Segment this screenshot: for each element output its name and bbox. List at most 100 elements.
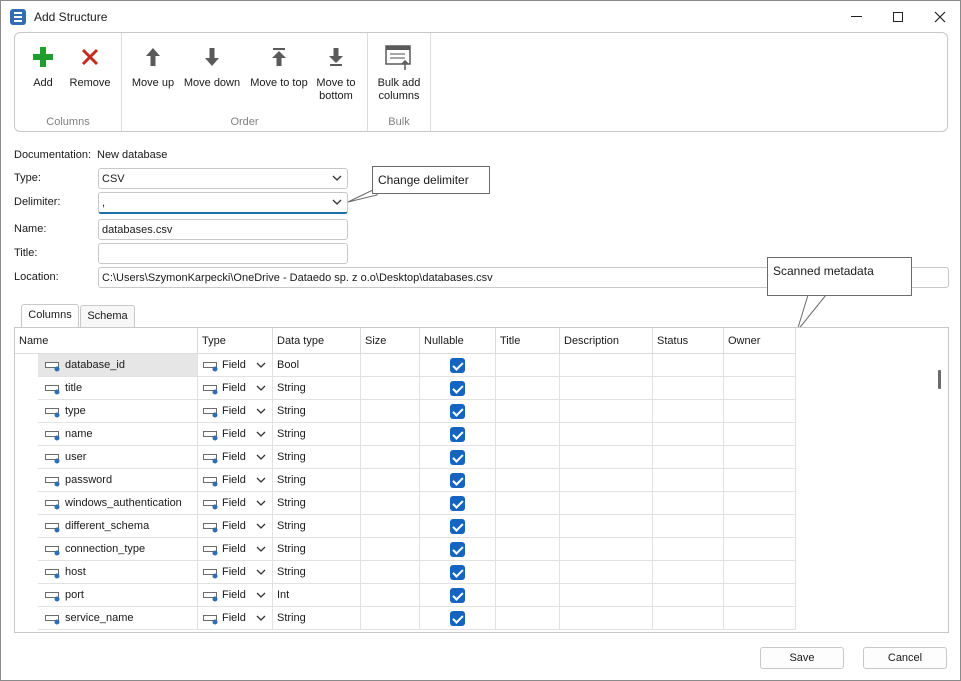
cell-description[interactable] <box>560 377 653 400</box>
cell-type-dropdown[interactable]: Field <box>198 515 273 538</box>
cell-status[interactable] <box>653 423 724 446</box>
cell-title[interactable] <box>496 377 560 400</box>
cell-description[interactable] <box>560 400 653 423</box>
cell-status[interactable] <box>653 584 724 607</box>
nullable-checkbox[interactable] <box>450 496 465 511</box>
cell-type-dropdown[interactable]: Field <box>198 446 273 469</box>
cell-size[interactable] <box>361 400 420 423</box>
cell-status[interactable] <box>653 469 724 492</box>
cell-size[interactable] <box>361 377 420 400</box>
cell-size[interactable] <box>361 607 420 630</box>
cell-nullable[interactable] <box>420 492 496 515</box>
cell-type-dropdown[interactable]: Field <box>198 561 273 584</box>
cell-data-type[interactable]: String <box>273 538 361 561</box>
cell-name[interactable]: port <box>38 584 198 607</box>
table-row[interactable]: port Field Int <box>15 584 796 607</box>
cell-owner[interactable] <box>724 423 796 446</box>
cell-data-type[interactable]: String <box>273 561 361 584</box>
cell-data-type[interactable]: Int <box>273 584 361 607</box>
cell-status[interactable] <box>653 607 724 630</box>
cell-name[interactable]: host <box>38 561 198 584</box>
cell-owner[interactable] <box>724 492 796 515</box>
cell-title[interactable] <box>496 354 560 377</box>
nullable-checkbox[interactable] <box>450 565 465 580</box>
table-row[interactable]: password Field String <box>15 469 796 492</box>
cell-status[interactable] <box>653 561 724 584</box>
column-header-name[interactable]: Name <box>15 328 198 354</box>
cell-size[interactable] <box>361 584 420 607</box>
nullable-checkbox[interactable] <box>450 358 465 373</box>
cell-type-dropdown[interactable]: Field <box>198 584 273 607</box>
table-row[interactable]: windows_authentication Field String <box>15 492 796 515</box>
cell-owner[interactable] <box>724 469 796 492</box>
nullable-checkbox[interactable] <box>450 381 465 396</box>
cell-title[interactable] <box>496 423 560 446</box>
cell-description[interactable] <box>560 469 653 492</box>
cell-size[interactable] <box>361 561 420 584</box>
cell-description[interactable] <box>560 607 653 630</box>
cell-data-type[interactable]: String <box>273 423 361 446</box>
cell-title[interactable] <box>496 515 560 538</box>
cell-name[interactable]: title <box>38 377 198 400</box>
cell-status[interactable] <box>653 492 724 515</box>
cell-name[interactable]: connection_type <box>38 538 198 561</box>
tab-columns[interactable]: Columns <box>21 304 79 327</box>
cell-title[interactable] <box>496 561 560 584</box>
column-header-title[interactable]: Title <box>496 328 560 354</box>
add-button[interactable]: Add <box>27 37 59 90</box>
nullable-checkbox[interactable] <box>450 427 465 442</box>
cell-description[interactable] <box>560 354 653 377</box>
cell-name[interactable]: name <box>38 423 198 446</box>
save-button[interactable]: Save <box>760 647 844 669</box>
cell-data-type[interactable]: String <box>273 607 361 630</box>
cell-owner[interactable] <box>724 446 796 469</box>
cell-data-type[interactable]: Bool <box>273 354 361 377</box>
cell-type-dropdown[interactable]: Field <box>198 423 273 446</box>
table-row[interactable]: title Field String <box>15 377 796 400</box>
cell-title[interactable] <box>496 607 560 630</box>
cell-description[interactable] <box>560 492 653 515</box>
cell-type-dropdown[interactable]: Field <box>198 469 273 492</box>
nullable-checkbox[interactable] <box>450 542 465 557</box>
name-field[interactable]: databases.csv <box>98 219 348 240</box>
cell-size[interactable] <box>361 515 420 538</box>
cell-nullable[interactable] <box>420 515 496 538</box>
cell-owner[interactable] <box>724 377 796 400</box>
cell-type-dropdown[interactable]: Field <box>198 607 273 630</box>
close-button[interactable] <box>920 1 960 32</box>
table-row[interactable]: host Field String <box>15 561 796 584</box>
cell-size[interactable] <box>361 538 420 561</box>
cell-nullable[interactable] <box>420 469 496 492</box>
title-field[interactable] <box>98 243 348 264</box>
cell-size[interactable] <box>361 354 420 377</box>
cell-title[interactable] <box>496 446 560 469</box>
cell-status[interactable] <box>653 354 724 377</box>
bulk-add-columns-button[interactable]: Bulk add columns <box>376 37 422 103</box>
cell-description[interactable] <box>560 515 653 538</box>
cell-owner[interactable] <box>724 400 796 423</box>
nullable-checkbox[interactable] <box>450 450 465 465</box>
cell-owner[interactable] <box>724 538 796 561</box>
cell-nullable[interactable] <box>420 446 496 469</box>
cell-status[interactable] <box>653 377 724 400</box>
cell-description[interactable] <box>560 584 653 607</box>
cell-title[interactable] <box>496 400 560 423</box>
cell-data-type[interactable]: String <box>273 446 361 469</box>
cell-title[interactable] <box>496 492 560 515</box>
cell-nullable[interactable] <box>420 354 496 377</box>
cell-owner[interactable] <box>724 515 796 538</box>
cell-owner[interactable] <box>724 607 796 630</box>
cell-nullable[interactable] <box>420 400 496 423</box>
cell-name[interactable]: database_id <box>38 354 198 377</box>
cell-name[interactable]: password <box>38 469 198 492</box>
cell-size[interactable] <box>361 469 420 492</box>
nullable-checkbox[interactable] <box>450 611 465 626</box>
cell-type-dropdown[interactable]: Field <box>198 400 273 423</box>
move-to-bottom-button[interactable]: Move to bottom <box>314 37 358 103</box>
cell-name[interactable]: type <box>38 400 198 423</box>
cell-nullable[interactable] <box>420 584 496 607</box>
cell-description[interactable] <box>560 423 653 446</box>
type-select[interactable]: CSV <box>98 168 348 189</box>
cell-status[interactable] <box>653 446 724 469</box>
column-header-status[interactable]: Status <box>653 328 724 354</box>
